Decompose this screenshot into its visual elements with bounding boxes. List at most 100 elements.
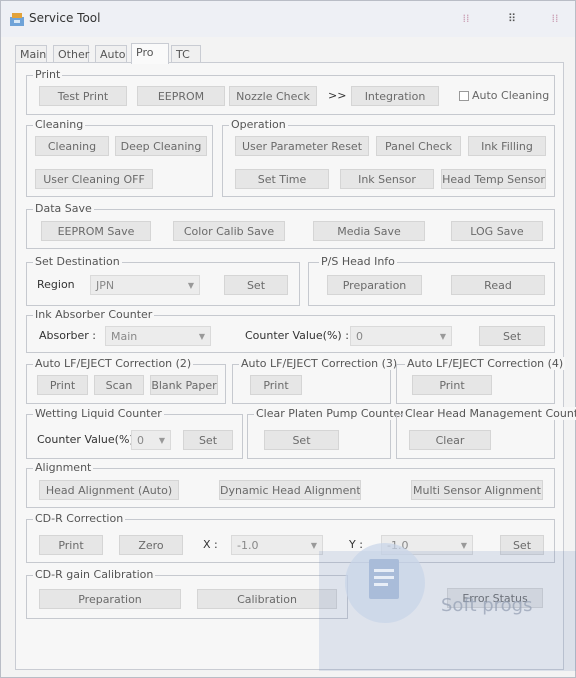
test-print-button[interactable]: Test Print <box>39 86 127 106</box>
alignment-label: Alignment <box>33 461 94 474</box>
alignment-group: Alignment Head Alignment (Auto) Dynamic … <box>26 461 555 508</box>
tab-other[interactable]: Other <box>53 45 89 63</box>
absorber-label: Absorber : <box>39 329 96 342</box>
auto-lf-3-group: Auto LF/EJECT Correction (3) Print <box>232 357 400 404</box>
x-value: -1.0 <box>237 539 259 552</box>
integration-button[interactable]: Integration <box>351 86 439 106</box>
cdr-calibration-button[interactable]: Calibration <box>197 589 337 609</box>
ink-filling-button[interactable]: Ink Filling <box>468 136 546 156</box>
title-bar: Service Tool ⁞⁞ ⠿ ⁞⁞ <box>1 1 575 37</box>
auto-lf-2-group: Auto LF/EJECT Correction (2) Print Scan … <box>26 357 226 404</box>
auto-cleaning-label: Auto Cleaning <box>472 89 550 102</box>
set-time-button[interactable]: Set Time <box>235 169 329 189</box>
cdr-print-button[interactable]: Print <box>39 535 103 555</box>
data-save-group: Data Save EEPROM Save Color Calib Save M… <box>26 202 555 249</box>
auto-lf-4-label: Auto LF/EJECT Correction (4) <box>405 357 566 370</box>
cleaning-button[interactable]: Cleaning <box>35 136 109 156</box>
platen-set-button[interactable]: Set <box>264 430 339 450</box>
watermark-text: Soft progs <box>441 595 533 616</box>
cdr-zero-button[interactable]: Zero <box>119 535 183 555</box>
arrow-label: >> <box>328 89 347 102</box>
head-preparation-button[interactable]: Preparation <box>327 275 422 295</box>
lf2-scan-button[interactable]: Scan <box>94 375 144 395</box>
cdr-gain-group: CD-R gain Calibration Preparation Calibr… <box>26 568 348 619</box>
multi-sensor-alignment-button[interactable]: Multi Sensor Alignment <box>411 480 543 500</box>
ink-sensor-button[interactable]: Ink Sensor <box>340 169 434 189</box>
ps-head-info-group: P/S Head Info Preparation Read <box>308 255 555 306</box>
user-cleaning-off-button[interactable]: User Cleaning OFF <box>35 169 153 189</box>
data-save-group-label: Data Save <box>33 202 94 215</box>
wetting-counter-label: Counter Value(%) <box>37 433 134 446</box>
eeprom-button[interactable]: EEPROM <box>137 86 225 106</box>
app-icon <box>10 13 24 26</box>
deep-cleaning-button[interactable]: Deep Cleaning <box>115 136 207 156</box>
absorber-dropdown[interactable]: Main ▼ <box>105 326 211 346</box>
cdr-correction-label: CD-R Correction <box>33 512 126 525</box>
tab-main[interactable]: Main <box>15 45 47 63</box>
tab-auto[interactable]: Auto <box>95 45 127 63</box>
wetting-counter-dropdown[interactable]: 0 ▼ <box>131 430 171 450</box>
lf2-print-button[interactable]: Print <box>37 375 88 395</box>
wetting-liquid-group: Wetting Liquid Counter Counter Value(%) … <box>26 407 243 459</box>
panel-check-button[interactable]: Panel Check <box>376 136 461 156</box>
document-icon <box>369 559 399 599</box>
maximize-icon[interactable]: ⠿ <box>503 10 521 28</box>
ink-absorber-label: Ink Absorber Counter <box>33 308 155 321</box>
media-save-button[interactable]: Media Save <box>313 221 425 241</box>
wetting-counter-value: 0 <box>137 434 144 447</box>
minimize-icon[interactable]: ⁞⁞ <box>457 10 475 28</box>
operation-group: Operation User Parameter Reset Panel Che… <box>222 118 555 197</box>
cdr-gain-label: CD-R gain Calibration <box>33 568 156 581</box>
tab-pro[interactable]: Pro <box>131 43 169 64</box>
head-management-group: Clear Head Management Count Clear <box>396 407 576 459</box>
platen-pump-label: Clear Platen Pump Counter <box>254 407 407 420</box>
color-calib-save-button[interactable]: Color Calib Save <box>173 221 285 241</box>
auto-cleaning-checkbox[interactable] <box>459 91 469 101</box>
counter-value-label: Counter Value(%) : <box>245 329 349 342</box>
absorber-value: Main <box>111 330 138 343</box>
head-management-label: Clear Head Management Count <box>403 407 576 420</box>
absorber-set-button[interactable]: Set <box>479 326 545 346</box>
chevron-down-icon: ▼ <box>187 281 194 290</box>
tab-tc[interactable]: TC <box>171 45 201 63</box>
lf4-print-button[interactable]: Print <box>412 375 492 395</box>
counter-value: 0 <box>356 330 363 343</box>
head-temp-sensor-button[interactable]: Head Temp Sensor <box>441 169 546 189</box>
cleaning-group-label: Cleaning <box>33 118 86 131</box>
user-parameter-reset-button[interactable]: User Parameter Reset <box>235 136 369 156</box>
close-icon[interactable]: ⁞⁞ <box>546 10 564 28</box>
cleaning-group: Cleaning Cleaning Deep Cleaning User Cle… <box>26 118 213 197</box>
region-dropdown[interactable]: JPN ▼ <box>90 275 200 295</box>
log-save-button[interactable]: LOG Save <box>451 221 543 241</box>
print-group: Print Test Print EEPROM Nozzle Check >> … <box>26 68 555 115</box>
cdr-preparation-button[interactable]: Preparation <box>39 589 181 609</box>
region-label: Region <box>37 278 75 291</box>
x-label: X : <box>203 538 218 551</box>
region-value: JPN <box>96 279 115 292</box>
counter-value-dropdown[interactable]: 0 ▼ <box>350 326 452 346</box>
head-read-button[interactable]: Read <box>451 275 545 295</box>
auto-lf-2-label: Auto LF/EJECT Correction (2) <box>33 357 194 370</box>
chevron-down-icon: ▼ <box>158 436 165 445</box>
chevron-down-icon: ▼ <box>310 541 317 550</box>
watermark-logo-icon <box>345 543 425 623</box>
nozzle-check-button[interactable]: Nozzle Check <box>229 86 317 106</box>
head-management-clear-button[interactable]: Clear <box>409 430 491 450</box>
lf3-print-button[interactable]: Print <box>250 375 302 395</box>
platen-pump-group: Clear Platen Pump Counter Set <box>247 407 407 459</box>
x-value-dropdown[interactable]: -1.0 ▼ <box>231 535 323 555</box>
dynamic-head-alignment-button[interactable]: Dynamic Head Alignment <box>219 480 361 500</box>
chevron-down-icon: ▼ <box>439 332 446 341</box>
print-group-label: Print <box>33 68 63 81</box>
head-alignment-auto-button[interactable]: Head Alignment (Auto) <box>39 480 179 500</box>
auto-lf-4-group: Auto LF/EJECT Correction (4) Print <box>396 357 566 404</box>
set-destination-label: Set Destination <box>33 255 122 268</box>
lf2-blank-paper-button[interactable]: Blank Paper <box>150 375 218 395</box>
operation-group-label: Operation <box>229 118 288 131</box>
destination-set-button[interactable]: Set <box>224 275 288 295</box>
wetting-liquid-label: Wetting Liquid Counter <box>33 407 164 420</box>
set-destination-group: Set Destination Region JPN ▼ Set <box>26 255 300 306</box>
service-tool-window: Service Tool ⁞⁞ ⠿ ⁞⁞ Main Other Auto Pro… <box>0 0 576 678</box>
eeprom-save-button[interactable]: EEPROM Save <box>41 221 151 241</box>
wetting-set-button[interactable]: Set <box>183 430 233 450</box>
